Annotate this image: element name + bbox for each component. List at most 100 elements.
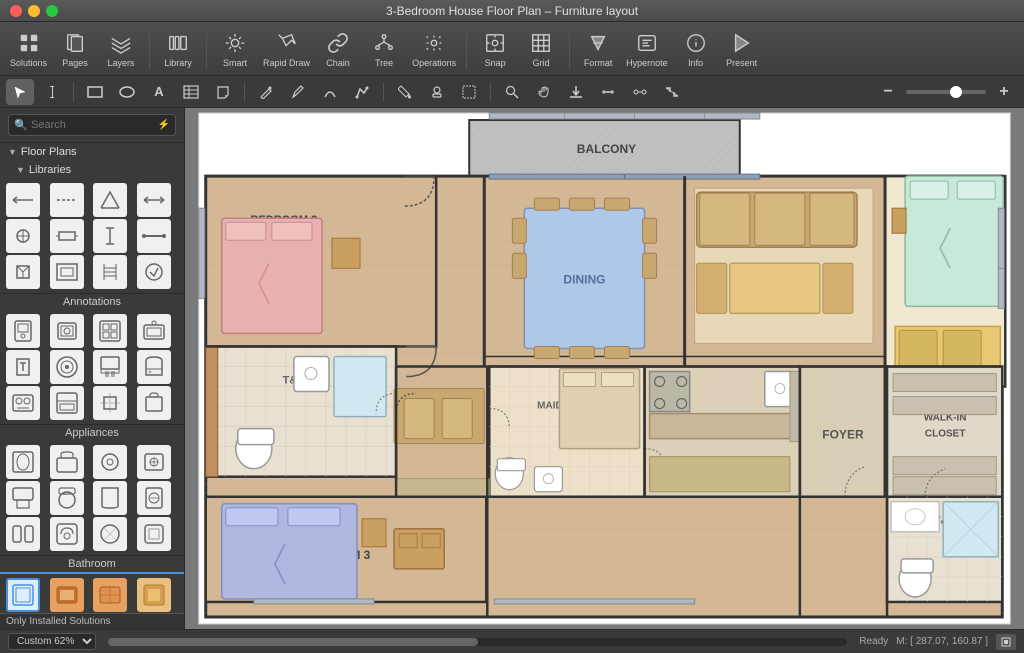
transform-tool[interactable]	[658, 79, 686, 105]
scroll-bar[interactable]	[108, 638, 847, 646]
oval-tool[interactable]	[113, 79, 141, 105]
select-rect-tool[interactable]	[455, 79, 483, 105]
app-item-5[interactable]	[6, 350, 40, 384]
toolbar-sep-1	[149, 29, 150, 69]
zoom-thumb[interactable]	[950, 86, 962, 98]
app-item-9[interactable]	[6, 386, 40, 420]
selected-item-4[interactable]	[137, 578, 171, 612]
bath-item-8[interactable]	[137, 481, 171, 515]
app-item-10[interactable]	[50, 386, 84, 420]
snap-button[interactable]: Snap	[473, 25, 517, 73]
tool-sep-1	[73, 82, 74, 102]
svg-text:FOYER: FOYER	[822, 428, 864, 442]
arc-tool[interactable]	[316, 79, 344, 105]
note-tool[interactable]	[209, 79, 237, 105]
cursor-tool[interactable]	[6, 79, 34, 105]
zoom-slider[interactable]	[906, 90, 986, 94]
bath-item-7[interactable]	[93, 481, 127, 515]
maximize-button[interactable]	[46, 5, 58, 17]
bath-item-5[interactable]	[6, 481, 40, 515]
bath-item-6[interactable]	[50, 481, 84, 515]
zoom-select[interactable]: Custom 62%	[8, 633, 96, 650]
app-item-7[interactable]	[93, 350, 127, 384]
lib-item-3[interactable]	[93, 183, 127, 217]
bath-item-9[interactable]	[6, 517, 40, 551]
status-button[interactable]	[996, 634, 1016, 650]
zoom-in-button[interactable]: +	[990, 79, 1018, 105]
format-button[interactable]: Format	[576, 25, 620, 73]
toolbar-sep-2	[206, 29, 207, 69]
tree-floor-plans-label: Floor Plans	[21, 146, 77, 158]
app-item-3[interactable]	[93, 314, 127, 348]
zoom-out-button[interactable]: −	[874, 79, 902, 105]
zoom-tool[interactable]	[498, 79, 526, 105]
smart-icon	[221, 29, 249, 57]
library-button[interactable]: Library	[156, 25, 200, 73]
app-item-8[interactable]	[137, 350, 171, 384]
lib-item-2[interactable]	[50, 183, 84, 217]
grid-button[interactable]: Grid	[519, 25, 563, 73]
path-tool[interactable]	[348, 79, 376, 105]
app-item-1[interactable]	[6, 314, 40, 348]
app-item-6[interactable]	[50, 350, 84, 384]
bath-item-4[interactable]	[137, 445, 171, 479]
tree-libraries[interactable]: ▼ Libraries	[0, 161, 184, 179]
table-tool[interactable]	[177, 79, 205, 105]
lib-item-6[interactable]	[50, 219, 84, 253]
chain-button[interactable]: Chain	[316, 25, 360, 73]
pen-tool[interactable]	[252, 79, 280, 105]
smart-button[interactable]: Smart	[213, 25, 257, 73]
lib-item-11[interactable]	[93, 255, 127, 289]
bath-item-12[interactable]	[137, 517, 171, 551]
bath-item-1[interactable]	[6, 445, 40, 479]
selected-item-3[interactable]	[93, 578, 127, 612]
solutions-button[interactable]: Solutions	[6, 25, 51, 73]
lib-item-5[interactable]	[6, 219, 40, 253]
lib-item-7[interactable]	[93, 219, 127, 253]
connection-tool[interactable]	[626, 79, 654, 105]
lib-item-9[interactable]	[6, 255, 40, 289]
status-ready: Ready	[859, 636, 888, 647]
solutions-icon	[15, 29, 43, 57]
bath-item-11[interactable]	[93, 517, 127, 551]
selected-item-2[interactable]	[50, 578, 84, 612]
present-button[interactable]: Present	[720, 25, 764, 73]
pencil-tool[interactable]	[284, 79, 312, 105]
hand-tool[interactable]	[530, 79, 558, 105]
svg-text:DINING: DINING	[563, 272, 605, 286]
minimize-button[interactable]	[28, 5, 40, 17]
stamp-tool[interactable]	[423, 79, 451, 105]
app-item-11[interactable]	[93, 386, 127, 420]
close-button[interactable]	[10, 5, 22, 17]
hypernote-button[interactable]: Hypernote	[622, 25, 672, 73]
text-tool[interactable]: A	[145, 79, 173, 105]
bath-item-10[interactable]	[50, 517, 84, 551]
app-item-4[interactable]	[137, 314, 171, 348]
lib-item-1[interactable]	[6, 183, 40, 217]
layers-button[interactable]: Layers	[99, 25, 143, 73]
fill-tool[interactable]	[391, 79, 419, 105]
lib-item-8[interactable]	[137, 219, 171, 253]
lib-item-4[interactable]	[137, 183, 171, 217]
download-tool[interactable]	[562, 79, 590, 105]
measure-tool[interactable]	[594, 79, 622, 105]
bathroom-label: Bathroom	[0, 555, 184, 572]
tree-button[interactable]: Tree	[362, 25, 406, 73]
rect-tool[interactable]	[81, 79, 109, 105]
tree-floor-plans[interactable]: ▼ Floor Plans	[0, 143, 184, 161]
app-item-12[interactable]	[137, 386, 171, 420]
search-input[interactable]	[8, 114, 176, 136]
selected-item-1[interactable]	[6, 578, 40, 612]
zoom-control: − +	[874, 79, 1018, 105]
app-item-2[interactable]	[50, 314, 84, 348]
bath-item-2[interactable]	[50, 445, 84, 479]
rapid-draw-button[interactable]: Rapid Draw	[259, 25, 314, 73]
lib-item-10[interactable]	[50, 255, 84, 289]
operations-button[interactable]: Operations	[408, 25, 460, 73]
canvas-area[interactable]: BALCONY	[185, 108, 1024, 629]
info-button[interactable]: Info	[674, 25, 718, 73]
bath-item-3[interactable]	[93, 445, 127, 479]
text-cursor-tool[interactable]	[38, 79, 66, 105]
pages-button[interactable]: Pages	[53, 25, 97, 73]
lib-item-12[interactable]	[137, 255, 171, 289]
